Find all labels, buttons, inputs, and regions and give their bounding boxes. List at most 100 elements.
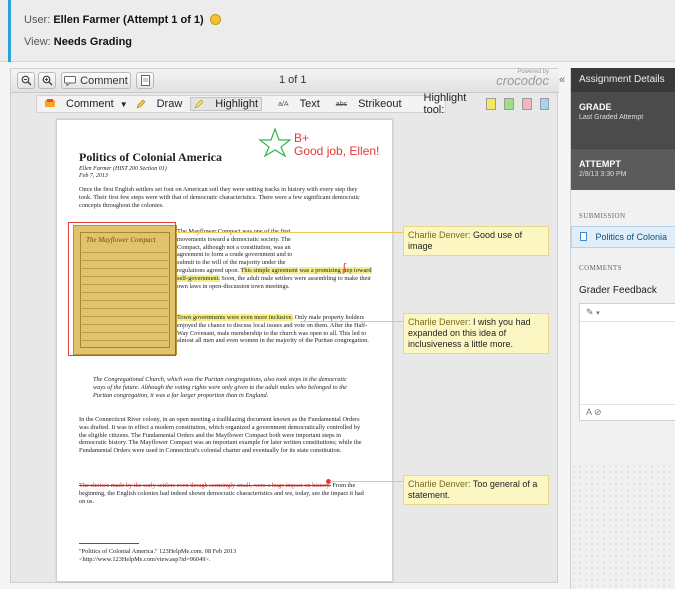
comment-connector-1 (176, 232, 403, 233)
strikeout-tool-label: Strikeout (358, 98, 402, 110)
highlight-color-group: Highlight tool: (416, 92, 550, 116)
view-label: View: (24, 36, 51, 48)
date-line: Feb 7, 2013 (79, 173, 108, 179)
highlight-color-pink[interactable] (521, 98, 532, 110)
annotation-toolbar: Comment ▼ Draw Highlight a/A Text abc St… (36, 92, 550, 116)
submission-file-link[interactable]: Politics of Colonia (571, 226, 675, 248)
image-annotation-box[interactable] (68, 222, 176, 356)
author-line: Ellen Farmer (HIST 200 Section 01) (79, 166, 167, 172)
paragraph-2: The Mayflower Compact was one of the fir… (177, 228, 377, 290)
paragraph-3: Town governments were even more inclusiv… (177, 314, 377, 345)
highlight-tool[interactable]: Highlight (190, 97, 263, 111)
paragraph-2-line-2: movements toward a democratic society. T… (177, 235, 291, 243)
comment-button-label: Comment (80, 74, 128, 87)
text-tool-icon: a/A (278, 100, 289, 108)
zoom-in-icon (42, 75, 52, 86)
comment-connector-2 (300, 321, 403, 322)
panel-background-pattern (571, 463, 675, 589)
highlight-color-green[interactable] (504, 98, 514, 110)
paragraph-1: Once the first English settlers set foot… (79, 186, 360, 209)
comment-tool[interactable]: Comment ▼ (45, 98, 128, 110)
highlight-tool-color-label: Highlight tool: (423, 92, 467, 116)
viewer-toolbar: Comment 1 of 1 Powered by crocodoc (11, 69, 559, 93)
view-line: View: Needs Grading (24, 36, 132, 48)
comment-bubble-1[interactable]: Charlie Denver: Good use of image (403, 226, 549, 256)
paragraph-2-line-4: agreement to form a crude government and… (177, 251, 293, 259)
strikeout-text[interactable]: The choices made by the early settlers e… (79, 482, 331, 489)
comment-author: Charlie Denver: (408, 317, 471, 327)
comment-tool-icon (45, 99, 55, 107)
comment-bubble-3[interactable]: Charlie Denver: Too general of a stateme… (403, 475, 549, 505)
highlight-color-blue[interactable] (539, 98, 550, 110)
highlight-town-governments[interactable]: Town governments were even more inclusiv… (177, 314, 294, 321)
grade-heading: GRADE (579, 102, 612, 112)
block-quote: The Congregational Church, which was the… (93, 376, 347, 399)
grade-subheading: Last Graded Attempt (579, 114, 644, 121)
paragraph-4: In the Connecticut River colony, in an o… (79, 416, 362, 455)
comments-heading: COMMENTS (579, 264, 622, 272)
crocodoc-logo: Powered by crocodoc (496, 69, 549, 88)
user-name: Ellen Farmer (Attempt 1 of 1) (53, 14, 204, 26)
submission-info-bar: User: Ellen Farmer (Attempt 1 of 1) View… (0, 0, 675, 62)
highlight-tool-label: Highlight (215, 98, 259, 110)
paragraph-2-line-3: Compact, although not a constitution, wa… (177, 243, 291, 251)
editor-footer[interactable]: A ⊘ (580, 404, 675, 420)
page-indicator: 1 of 1 (279, 74, 307, 86)
draw-tool-label: Draw (156, 98, 183, 110)
accent-stripe (8, 0, 11, 62)
assignment-details-panel: Assignment Details GRADE Last Graded Att… (570, 68, 675, 589)
submission-heading: SUBMISSION (579, 212, 626, 220)
attempt-date: 2/8/13 3:30 PM (579, 171, 627, 178)
attempt-section[interactable]: ATTEMPT 2/8/13 3:30 PM (571, 148, 675, 190)
export-button[interactable] (136, 72, 154, 89)
user-label: User: (24, 14, 51, 26)
strikeout-tool[interactable]: abc Strikeout (328, 98, 402, 110)
powered-by-label: Powered by (517, 69, 549, 75)
handwritten-grade[interactable]: B+ Good job, Ellen! (294, 132, 379, 158)
editor-toolbar: ✎ ▾ (580, 304, 675, 322)
feedback-editor[interactable]: ✎ ▾ A ⊘ (579, 303, 675, 421)
comment-author: Charlie Denver: (408, 479, 471, 489)
paragraph-5: The choices made by the early settlers e… (79, 482, 369, 505)
highlight-color-yellow[interactable] (486, 98, 497, 110)
comment-author: Charlie Denver: (408, 230, 471, 240)
grade-note: Good job, Ellen! (294, 144, 380, 158)
grader-feedback-label: Grader Feedback (579, 285, 657, 296)
footnote: "Politics of Colonial America." 123HelpM… (79, 548, 237, 563)
strikeout-tool-icon: abc (335, 100, 348, 108)
status-face-icon (209, 14, 221, 25)
draw-tool[interactable]: Draw (136, 98, 183, 110)
speech-bubble-icon (64, 75, 77, 86)
panel-title: Assignment Details (571, 68, 675, 92)
star-drawing-icon[interactable] (258, 127, 292, 157)
paragraph-2-line-6: regulations agreed upon. (177, 266, 240, 274)
zoom-out-button[interactable] (17, 72, 35, 89)
spellcheck-icon[interactable]: ✎ (586, 307, 594, 317)
chevron-down-icon[interactable]: ▼ (120, 100, 128, 109)
comment-connector-3 (330, 481, 403, 482)
comment-button[interactable]: Comment (61, 72, 131, 89)
pencil-icon (136, 99, 146, 109)
zoom-in-button[interactable] (38, 72, 56, 89)
user-line: User: Ellen Farmer (Attempt 1 of 1) (24, 14, 221, 26)
text-tool-label: Text (299, 98, 320, 110)
text-tool[interactable]: a/A Text (270, 98, 320, 110)
zoom-out-icon (21, 75, 31, 86)
attempt-heading: ATTEMPT (579, 159, 621, 169)
red-check-mark-icon[interactable]: ʃ (343, 262, 345, 274)
highlighter-icon (194, 99, 204, 109)
paragraph-2-line-5: submit to the will of the majority under… (177, 259, 286, 267)
highlight-agreement[interactable]: This simple agreement (240, 266, 298, 274)
submission-file-name: Politics of Colonia (595, 232, 668, 242)
file-icon (580, 232, 587, 241)
comment-tool-label: Comment (66, 98, 114, 110)
grade-section[interactable]: GRADE Last Graded Attempt (571, 92, 675, 148)
document-meta: Ellen Farmer (HIST 200 Section 01) Feb 7… (79, 166, 167, 180)
document-title: Politics of Colonial America (79, 150, 222, 164)
collapse-panel-button[interactable]: « (559, 74, 565, 86)
document-icon (140, 75, 150, 86)
comment-bubble-2[interactable]: Charlie Denver: I wish you had expanded … (403, 313, 549, 354)
editor-dropdown[interactable]: ▾ (596, 310, 600, 317)
footnote-rule (79, 543, 139, 544)
view-value[interactable]: Needs Grading (54, 36, 132, 48)
